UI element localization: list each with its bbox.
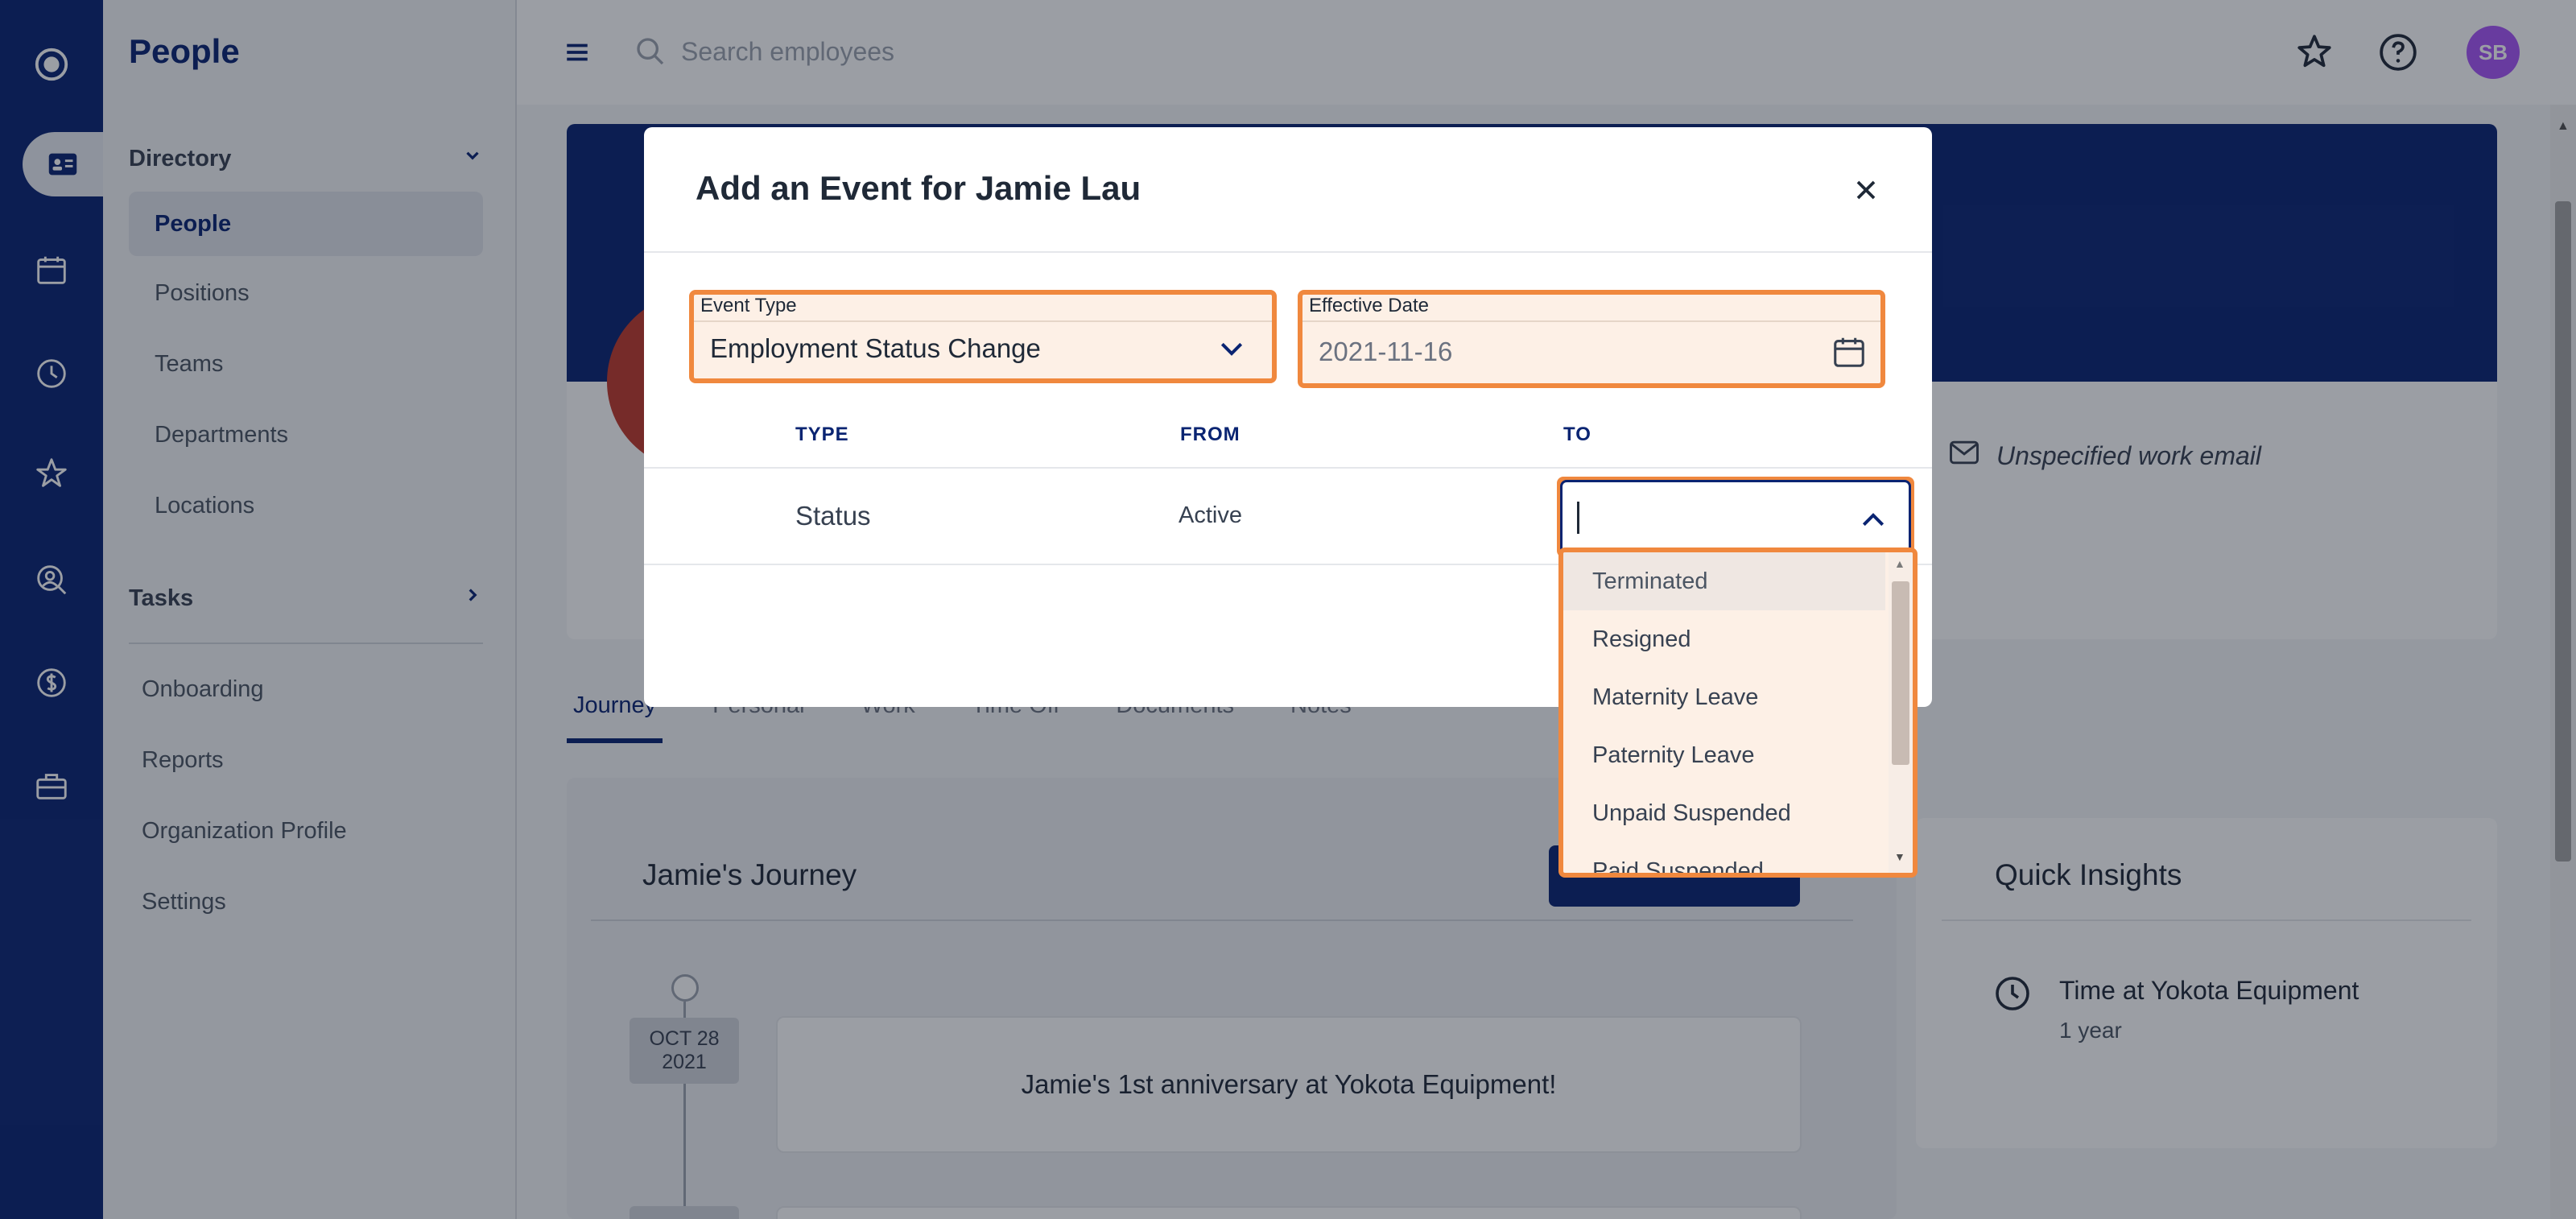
field-divider xyxy=(1302,320,1880,322)
dropdown-options: Terminated Resigned Maternity Leave Pate… xyxy=(1563,552,1885,874)
column-header-to: TO xyxy=(1563,424,1591,445)
column-header-from: FROM xyxy=(1180,424,1241,445)
modal-title: Add an Event for Jamie Lau xyxy=(696,169,1141,207)
to-status-select[interactable] xyxy=(1560,480,1911,554)
effective-date-field[interactable]: Effective Date 2021-11-16 xyxy=(1298,290,1885,388)
row-from: Active xyxy=(1179,502,1242,528)
close-icon[interactable] xyxy=(1850,174,1882,206)
field-divider xyxy=(694,320,1272,322)
option-paternity-leave[interactable]: Paternity Leave xyxy=(1563,726,1885,784)
effective-date-label: Effective Date xyxy=(1309,295,1429,316)
option-unpaid-suspended[interactable]: Unpaid Suspended xyxy=(1563,784,1885,842)
event-type-select[interactable]: Event Type Employment Status Change xyxy=(689,290,1277,383)
event-type-label: Event Type xyxy=(700,295,797,316)
scroll-up-arrow[interactable]: ▲ xyxy=(1894,557,1905,570)
chevron-up-icon[interactable] xyxy=(1857,503,1889,539)
option-resigned[interactable]: Resigned xyxy=(1563,610,1885,668)
chevron-down-icon xyxy=(1216,333,1248,370)
option-maternity-leave[interactable]: Maternity Leave xyxy=(1563,668,1885,726)
column-header-type: TYPE xyxy=(795,424,849,445)
modal-divider xyxy=(644,251,1932,253)
dropdown-scrollbar[interactable]: ▲ ▼ xyxy=(1889,552,1913,873)
option-paid-suspended[interactable]: Paid Suspended xyxy=(1563,842,1885,874)
calendar-icon[interactable] xyxy=(1831,333,1868,374)
row-type: Status xyxy=(795,501,871,531)
table-divider xyxy=(644,467,1932,469)
to-status-dropdown[interactable]: Terminated Resigned Maternity Leave Pate… xyxy=(1558,548,1918,878)
dropdown-scrollbar-thumb[interactable] xyxy=(1892,581,1909,765)
event-type-value: Employment Status Change xyxy=(710,333,1041,363)
effective-date-value: 2021-11-16 xyxy=(1319,337,1453,366)
text-cursor xyxy=(1577,502,1579,534)
scroll-down-arrow[interactable]: ▼ xyxy=(1894,850,1905,863)
option-terminated[interactable]: Terminated xyxy=(1563,552,1885,610)
